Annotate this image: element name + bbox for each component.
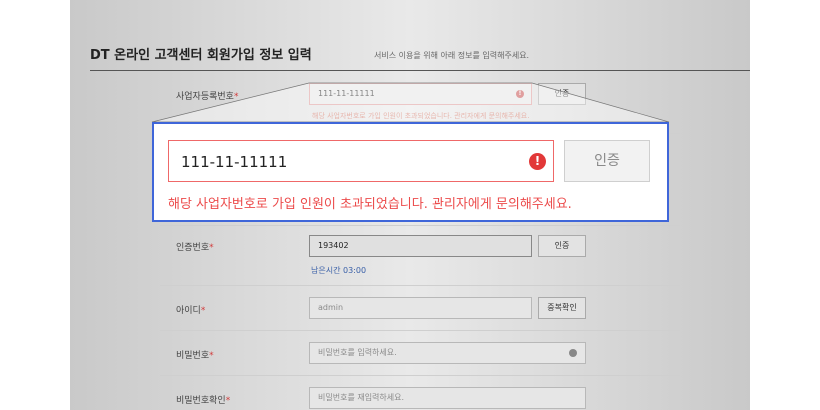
zoom-verify-button[interactable]: 인증 xyxy=(564,140,650,182)
zoom-input-value: 111-11-11111 xyxy=(181,153,288,171)
exclamation-circle-icon: ! xyxy=(529,153,546,170)
zoom-error-message: 해당 사업자번호로 가입 인원이 초과되었습니다. 관리자에게 문의해주세요. xyxy=(168,197,572,212)
zoom-callout: 111-11-11111 ! 인증 해당 사업자번호로 가입 인원이 초과되었습… xyxy=(152,122,669,222)
zoom-business-number-input[interactable]: 111-11-11111 ! xyxy=(168,140,554,182)
